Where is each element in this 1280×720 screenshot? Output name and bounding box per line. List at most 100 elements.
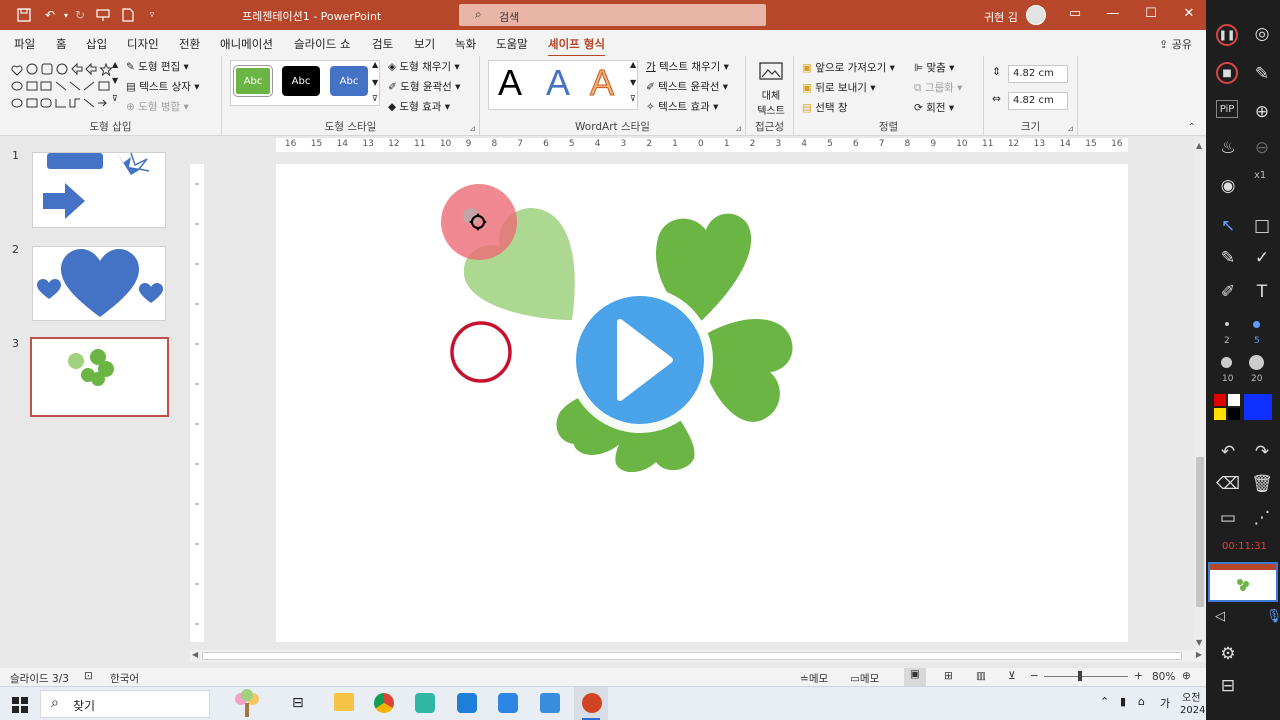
- tray-icon[interactable]: ▮: [1120, 695, 1126, 708]
- network-icon[interactable]: ⌂: [1138, 695, 1145, 708]
- color-yellow[interactable]: [1214, 408, 1226, 420]
- undo-icon[interactable]: ↶: [1216, 440, 1240, 464]
- scroll-up-icon[interactable]: ▲: [1196, 141, 1202, 150]
- scroll-down-icon[interactable]: ▼: [1196, 638, 1202, 647]
- bring-forward-button[interactable]: ▣ 앞으로 가져오기 ▾: [802, 60, 895, 75]
- new-file-icon[interactable]: [120, 7, 136, 23]
- slideshow-view-icon[interactable]: ⊻: [1008, 670, 1016, 682]
- gallery-down-icon[interactable]: ▼: [112, 76, 118, 85]
- text-tool-icon[interactable]: T: [1250, 280, 1274, 304]
- minimize-button[interactable]: —: [1098, 6, 1128, 24]
- ribbon-display-icon[interactable]: ▭: [1060, 6, 1090, 24]
- tab-help[interactable]: 도움말: [496, 36, 528, 52]
- language-indicator[interactable]: 한국어: [110, 671, 139, 686]
- tray-overflow-icon[interactable]: ⌃: [1100, 695, 1109, 708]
- wordart-gallery-more-icon[interactable]: ⊽: [630, 94, 636, 103]
- pause-record-icon[interactable]: ❚❚: [1216, 24, 1238, 46]
- color-white[interactable]: [1228, 394, 1240, 406]
- user-name[interactable]: 귀현 김: [984, 9, 1018, 25]
- shape-outline-button[interactable]: ✐ 도형 윤곽선 ▾: [388, 79, 460, 94]
- redo-icon[interactable]: ↷: [1250, 440, 1274, 464]
- notes-button[interactable]: ≐메모: [800, 671, 828, 686]
- collapse-ribbon-icon[interactable]: ⌃: [1188, 122, 1196, 133]
- pip-icon[interactable]: PiP: [1216, 100, 1238, 118]
- search-box[interactable]: ⌕ 검색: [459, 4, 766, 26]
- powerpoint-taskbar-button[interactable]: [574, 687, 608, 720]
- stop-record-icon[interactable]: ■: [1216, 62, 1238, 84]
- shape-fill-button[interactable]: ◈ 도형 채우기 ▾: [388, 59, 460, 74]
- style-gallery-up-icon[interactable]: ▲: [372, 60, 378, 69]
- shape-gallery[interactable]: [10, 61, 122, 111]
- wordart-orange-option[interactable]: A: [589, 62, 614, 104]
- taskbar-search[interactable]: ⌕ 찾기: [40, 690, 210, 718]
- group-button[interactable]: ⧉ 그룹화 ▾: [914, 80, 962, 95]
- tab-file[interactable]: 파일: [14, 36, 35, 52]
- style-black-option[interactable]: Abc: [282, 66, 320, 96]
- pen-size-dot[interactable]: [1249, 355, 1264, 370]
- pen-edit-icon[interactable]: ✎: [1250, 62, 1274, 86]
- tab-home[interactable]: 홈: [56, 36, 67, 52]
- eraser-icon[interactable]: ⌫: [1216, 472, 1240, 496]
- pen-size-dot[interactable]: [1225, 322, 1229, 326]
- speaker-icon[interactable]: ◁: [1208, 604, 1232, 628]
- send-backward-button[interactable]: ▣ 뒤로 보내기 ▾: [802, 80, 876, 95]
- laser-icon[interactable]: ⋰: [1250, 506, 1274, 530]
- zoom-slider-thumb[interactable]: [1078, 671, 1082, 681]
- settings-icon[interactable]: ⚙: [1216, 642, 1240, 666]
- normal-view-icon[interactable]: ▣: [904, 668, 926, 686]
- style-green-option[interactable]: Abc: [233, 65, 273, 97]
- tab-shape-format[interactable]: 셰이프 형식: [548, 36, 605, 58]
- shape-effects-button[interactable]: ◆ 도형 효과 ▾: [388, 99, 450, 114]
- microphone-icon[interactable]: 🎙: [1262, 604, 1280, 628]
- eye-icon[interactable]: ◉: [1216, 174, 1240, 198]
- tab-design[interactable]: 디자인: [127, 36, 159, 52]
- zoom-out-icon[interactable]: ⊖: [1250, 136, 1274, 160]
- avatar[interactable]: [1026, 5, 1046, 25]
- tab-animations[interactable]: 애니메이션: [220, 36, 273, 52]
- color-black[interactable]: [1228, 408, 1240, 420]
- hscroll-thumb[interactable]: [202, 652, 1182, 660]
- trash-icon[interactable]: 🗑: [1250, 472, 1274, 496]
- collapse-toolbar-icon[interactable]: ⊟: [1216, 674, 1240, 698]
- gallery-more-icon[interactable]: ⊽: [112, 94, 118, 103]
- maximize-button[interactable]: ☐: [1136, 6, 1166, 24]
- slide-thumbnail-2[interactable]: [32, 246, 166, 321]
- app-icon[interactable]: [415, 693, 435, 713]
- zoom-in-button[interactable]: +: [1134, 670, 1143, 682]
- horizontal-scrollbar[interactable]: ◀ ▶: [190, 650, 1204, 662]
- tab-slideshow[interactable]: 슬라이드 쇼: [294, 36, 351, 52]
- save-icon[interactable]: [16, 7, 32, 23]
- app-icon[interactable]: [457, 693, 477, 713]
- windows-start-icon[interactable]: [12, 697, 28, 713]
- task-view-icon[interactable]: ⊟: [292, 695, 304, 711]
- widget-tree-icon[interactable]: [232, 689, 262, 719]
- gallery-up-icon[interactable]: ▲: [112, 60, 118, 69]
- wordart-gallery-up-icon[interactable]: ▲: [630, 60, 636, 69]
- dialog-launcher-icon[interactable]: ⊿: [469, 124, 476, 133]
- app-icon[interactable]: [540, 693, 560, 713]
- pencil-icon[interactable]: ✎: [1216, 246, 1240, 270]
- pointer-icon[interactable]: ↖: [1216, 214, 1240, 238]
- selection-pane-button[interactable]: ▤ 선택 창: [802, 100, 848, 115]
- scroll-right-icon[interactable]: ▶: [1196, 650, 1202, 659]
- comments-button[interactable]: ▭메모: [850, 671, 879, 686]
- highlighter-icon[interactable]: ✐: [1216, 280, 1240, 304]
- style-gallery-down-icon[interactable]: ▼: [372, 78, 378, 87]
- zoom-level[interactable]: 80%: [1152, 671, 1175, 683]
- rectangle-icon[interactable]: □: [1250, 214, 1274, 238]
- color-red[interactable]: [1214, 394, 1226, 406]
- wordart-gallery-down-icon[interactable]: ▼: [630, 78, 636, 87]
- style-gallery-more-icon[interactable]: ⊽: [372, 94, 378, 103]
- width-input[interactable]: 4.82 cm: [1008, 92, 1068, 110]
- camera-icon[interactable]: ◎: [1250, 22, 1274, 46]
- text-effects-button[interactable]: ✧ 텍스트 효과 ▾: [646, 99, 718, 114]
- pen-size-dot[interactable]: [1221, 357, 1232, 368]
- recording-preview[interactable]: [1208, 562, 1278, 602]
- zoom-in-icon[interactable]: ⊕: [1250, 100, 1274, 124]
- reading-view-icon[interactable]: ▥: [976, 670, 986, 682]
- clock-time[interactable]: 오전: [1182, 689, 1200, 704]
- zoom-out-button[interactable]: −: [1030, 670, 1039, 682]
- height-input[interactable]: 4.82 cm: [1008, 65, 1068, 83]
- wordart-black-option[interactable]: A: [498, 62, 522, 104]
- screen-recorder-icon[interactable]: [498, 693, 518, 713]
